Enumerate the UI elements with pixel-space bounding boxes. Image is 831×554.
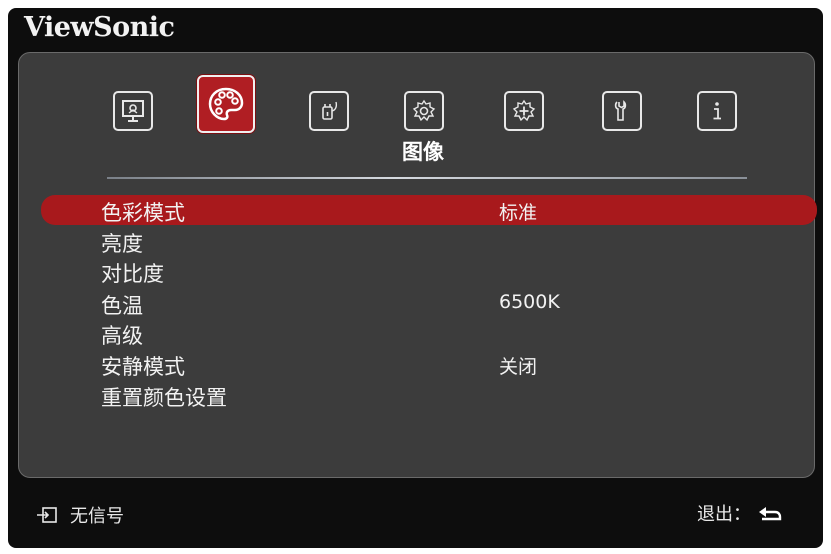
active-tab-title: 图像 <box>402 140 444 164</box>
menu-item-brightness[interactable]: 亮度 <box>19 226 814 256</box>
menu-item-label: 高级 <box>101 324 143 348</box>
menu-item-value: 6500K <box>499 291 560 313</box>
return-arrow-icon <box>759 507 782 521</box>
footer: 无信号 退出： <box>8 486 823 536</box>
menu-item-label: 亮度 <box>101 232 143 256</box>
menu-item-value: 关闭 <box>499 356 538 378</box>
wrench-icon <box>614 100 627 121</box>
exit-hint[interactable]: 退出： <box>697 500 783 526</box>
menu-item-label: 色温 <box>101 294 143 318</box>
brand-logo: ViewSonic <box>24 12 175 43</box>
display-icon <box>122 100 144 122</box>
osd-window: ViewSonic 图像 色彩模式 标准 亮度 对比度 色温 6500K 高级 … <box>8 8 823 548</box>
menu-item-label: 安静模式 <box>101 355 185 379</box>
exit-text: 退出： <box>697 504 751 525</box>
info-icon <box>713 102 721 120</box>
menu-item-color-mode[interactable]: 色彩模式 标准 <box>41 195 817 225</box>
tab-display[interactable] <box>113 91 153 131</box>
tab-system[interactable] <box>602 91 642 131</box>
power-plug-icon <box>322 101 338 120</box>
divider <box>107 177 747 179</box>
tab-image[interactable] <box>197 75 255 133</box>
menu-panel: 图像 色彩模式 标准 亮度 对比度 色温 6500K 高级 安静模式 关闭 重置… <box>18 52 817 478</box>
gear-icon <box>412 99 436 122</box>
input-source-icon <box>37 507 57 523</box>
signal-status: 无信号 <box>36 502 124 528</box>
tab-settings[interactable] <box>404 91 444 131</box>
menu-item-label: 色彩模式 <box>101 201 185 225</box>
menu-item-contrast[interactable]: 对比度 <box>19 256 814 286</box>
menu-item-quiet-mode[interactable]: 安静模式 关闭 <box>19 349 814 379</box>
menu-item-label: 重置颜色设置 <box>101 386 227 410</box>
advanced-gear-icon <box>512 99 536 122</box>
menu-item-color-temperature[interactable]: 色温 6500K <box>19 288 814 318</box>
tab-information[interactable] <box>697 91 737 131</box>
menu-item-advanced[interactable]: 高级 <box>19 318 814 348</box>
menu-item-label: 对比度 <box>101 262 164 286</box>
palette-icon <box>208 87 244 121</box>
menu-item-reset-color-settings[interactable]: 重置颜色设置 <box>19 380 814 410</box>
menu-item-value: 标准 <box>499 202 538 224</box>
signal-text: 无信号 <box>70 506 124 527</box>
tab-advanced-settings[interactable] <box>504 91 544 131</box>
tab-power[interactable] <box>309 91 349 131</box>
